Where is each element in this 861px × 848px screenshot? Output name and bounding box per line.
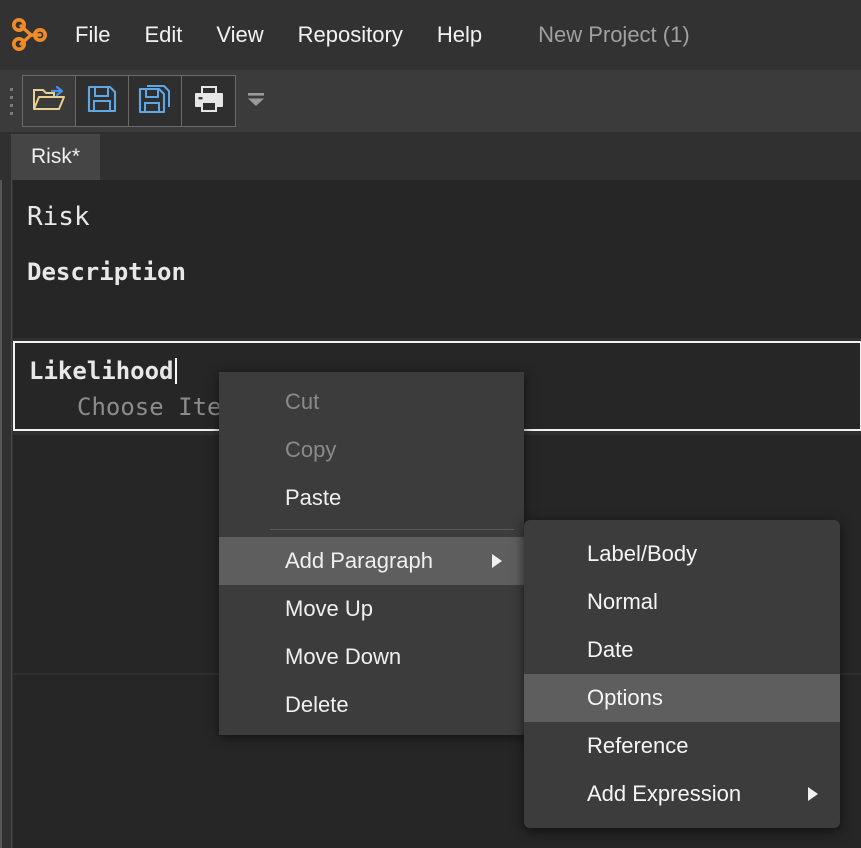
ctx-delete[interactable]: Delete (219, 681, 524, 729)
paragraph-likelihood-row[interactable]: Likelihood (15, 343, 177, 385)
sub-add-expression-label: Add Expression (587, 781, 742, 806)
tab-risk[interactable]: Risk* (11, 134, 101, 180)
context-menu: Cut Copy Paste Add Paragraph Move Up Mov… (219, 372, 524, 735)
context-menu-separator (270, 529, 514, 530)
toolbar-drag-handle[interactable] (0, 70, 22, 132)
menu-repository[interactable]: Repository (281, 0, 420, 70)
sub-label-body[interactable]: Label/Body (524, 530, 840, 578)
ctx-copy[interactable]: Copy (219, 426, 524, 474)
floppy-save-icon (86, 84, 118, 119)
main-toolbar (0, 70, 861, 132)
print-button[interactable] (182, 76, 235, 126)
project-name-label: New Project (1) (538, 22, 690, 47)
menu-help[interactable]: Help (420, 0, 499, 70)
paragraph-block-header[interactable]: Risk Description (13, 180, 861, 338)
paragraph-risk-title[interactable]: Risk (13, 180, 861, 232)
grip-dots-icon (9, 87, 13, 115)
menu-view[interactable]: View (199, 0, 280, 70)
ctx-paste[interactable]: Paste (219, 474, 524, 522)
chevron-down-icon (244, 89, 268, 114)
text-caret (174, 358, 177, 384)
menu-file[interactable]: File (58, 0, 127, 70)
printer-icon (193, 84, 225, 119)
floppy-save-as-icon (138, 84, 172, 119)
ctx-add-paragraph[interactable]: Add Paragraph (219, 537, 524, 585)
paragraph-description[interactable]: Description (13, 232, 861, 286)
ctx-move-down[interactable]: Move Down (219, 633, 524, 681)
app-logo (0, 0, 58, 70)
sub-normal[interactable]: Normal (524, 578, 840, 626)
add-paragraph-submenu: Label/Body Normal Date Options Reference… (524, 520, 840, 828)
ctx-move-up[interactable]: Move Up (219, 585, 524, 633)
application-window: File Edit View Repository Help New Proje… (0, 0, 861, 848)
node-graph-logo-icon (9, 17, 49, 53)
menu-bar: File Edit View Repository Help New Proje… (0, 0, 861, 70)
save-button[interactable] (76, 76, 129, 126)
paragraph-likelihood-text: Likelihood (29, 357, 174, 385)
sub-options[interactable]: Options (524, 674, 840, 722)
toolbar-button-group (22, 75, 236, 127)
save-as-button[interactable] (129, 76, 182, 126)
open-folder-icon (32, 84, 66, 119)
submenu-arrow-icon-2 (808, 787, 818, 801)
menu-edit[interactable]: Edit (127, 0, 199, 70)
ctx-add-paragraph-label: Add Paragraph (285, 548, 433, 573)
open-file-button[interactable] (23, 76, 76, 126)
sub-date[interactable]: Date (524, 626, 840, 674)
ctx-cut[interactable]: Cut (219, 378, 524, 426)
tab-strip: Risk* (0, 132, 861, 180)
toolbar-overflow-button[interactable] (236, 70, 276, 132)
sub-add-expression[interactable]: Add Expression (524, 770, 840, 818)
sub-reference[interactable]: Reference (524, 722, 840, 770)
submenu-arrow-icon (492, 554, 502, 568)
